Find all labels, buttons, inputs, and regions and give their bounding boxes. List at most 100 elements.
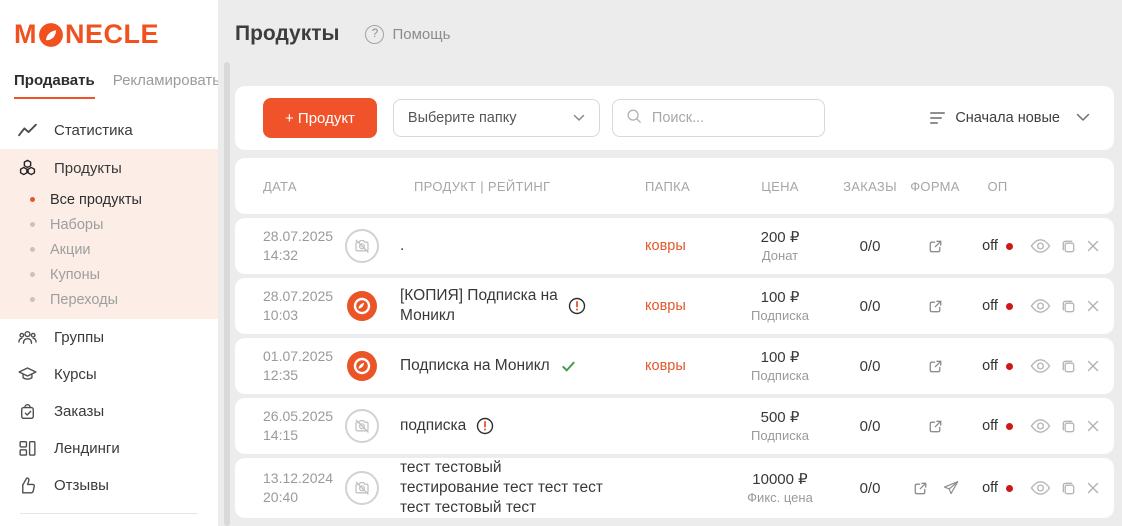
table-row: 01.07.202512:35 Подписка на Моникл ковры… xyxy=(235,338,1114,394)
close-icon[interactable] xyxy=(1086,239,1100,253)
op-status: off xyxy=(982,298,998,314)
sidebar-item-reviews[interactable]: Отзывы xyxy=(0,467,218,504)
warning-icon xyxy=(568,297,586,315)
close-icon[interactable] xyxy=(1086,299,1100,313)
help-label: Помощь xyxy=(392,26,450,43)
product-name[interactable]: Подписка на Моникл xyxy=(400,356,550,376)
layout-grid-icon xyxy=(16,438,38,460)
table-row: 28.07.202510:03 [КОПИЯ] Подписка на Мони… xyxy=(235,278,1114,334)
op-status: off xyxy=(982,238,998,254)
close-icon[interactable] xyxy=(1086,359,1100,373)
close-icon[interactable] xyxy=(1086,419,1100,433)
chevron-down-icon xyxy=(1076,109,1090,127)
sidebar-item-label: Продукты xyxy=(54,160,122,177)
sort-control[interactable]: Сначала новые xyxy=(930,109,1090,127)
folder-link[interactable]: ковры xyxy=(645,238,686,254)
status-dot-icon xyxy=(1006,423,1013,430)
main-content: Продукты ? Помощь + Продукт Выберите пап… xyxy=(218,0,1122,526)
cell-actions xyxy=(1030,238,1102,255)
sidebar-item-label: Статистика xyxy=(54,122,133,139)
copy-icon[interactable] xyxy=(1060,480,1077,497)
sidebar-products-section: Продукты Все продукты Наборы Акции Купон… xyxy=(0,149,218,319)
external-link-icon[interactable] xyxy=(926,357,945,376)
sidebar-subitem-all-products[interactable]: Все продукты xyxy=(0,187,218,212)
sidebar-item-groups[interactable]: Группы xyxy=(0,319,218,356)
cell-price: 100 ₽Подписка xyxy=(725,348,835,384)
logo-text-suffix: NECLE xyxy=(65,18,159,50)
column-header-product-rating: ПРОДУКТ | РЕЙТИНГ xyxy=(400,179,640,194)
external-link-icon[interactable] xyxy=(911,479,930,498)
cell-orders: 0/0 xyxy=(835,480,905,497)
cell-orders: 0/0 xyxy=(835,238,905,255)
tab-sell[interactable]: Продавать xyxy=(14,72,95,99)
cell-product: [КОПИЯ] Подписка на Моникл xyxy=(400,286,640,326)
bullet-icon xyxy=(30,297,35,302)
op-status: off xyxy=(982,358,998,374)
sidebar-item-label: Группы xyxy=(54,329,104,346)
warning-icon xyxy=(476,417,494,435)
product-name[interactable]: тест тестовый тестирование тест тест тес… xyxy=(400,458,603,518)
sidebar-subitem-sets[interactable]: Наборы xyxy=(0,212,218,237)
eye-icon[interactable] xyxy=(1030,418,1051,434)
tab-advertise[interactable]: Рекламировать xyxy=(113,72,218,97)
cell-actions xyxy=(1030,480,1102,497)
sidebar-item-landings[interactable]: Лендинги xyxy=(0,430,218,467)
product-name[interactable]: подписка xyxy=(400,416,466,436)
monecle-logo[interactable]: MNECLE xyxy=(0,0,218,50)
cell-thumbnail xyxy=(345,471,400,505)
folder-select[interactable]: Выберите папку xyxy=(393,99,600,137)
copy-icon[interactable] xyxy=(1060,418,1077,435)
cell-form xyxy=(905,479,965,498)
copy-icon[interactable] xyxy=(1060,298,1077,315)
cell-date: 13.12.202420:40 xyxy=(263,469,345,507)
product-name[interactable]: [КОПИЯ] Подписка на Моникл xyxy=(400,286,558,326)
folder-link[interactable]: ковры xyxy=(645,358,686,374)
scrollbar-thumb[interactable] xyxy=(224,62,230,526)
sidebar-item-courses[interactable]: Курсы xyxy=(0,356,218,393)
sidebar-item-statistics[interactable]: Статистика xyxy=(0,112,218,149)
sidebar-subitem-promos[interactable]: Акции xyxy=(0,237,218,262)
status-dot-icon xyxy=(1006,303,1013,310)
folder-link[interactable]: ковры xyxy=(645,298,686,314)
check-icon xyxy=(560,358,577,375)
chart-line-icon xyxy=(16,120,38,142)
app-window: MNECLE Продавать Рекламировать Статистик… xyxy=(0,0,1122,526)
sidebar-tabs: Продавать Рекламировать xyxy=(14,72,218,99)
eye-icon[interactable] xyxy=(1030,238,1051,254)
external-link-icon[interactable] xyxy=(926,237,945,256)
column-header-form: ФОРМА xyxy=(905,179,965,194)
eye-icon[interactable] xyxy=(1030,358,1051,374)
cell-date: 28.07.202510:03 xyxy=(263,287,345,325)
sidebar-subitem-coupons[interactable]: Купоны xyxy=(0,262,218,287)
bullet-icon xyxy=(30,247,35,252)
cell-form xyxy=(905,297,965,316)
help-button[interactable]: ? Помощь xyxy=(365,25,450,44)
sidebar-item-partner-program[interactable]: Партнерская программа xyxy=(0,522,218,526)
eye-icon[interactable] xyxy=(1030,480,1051,496)
op-status: off xyxy=(982,480,998,496)
cell-folder: ковры xyxy=(640,237,725,255)
copy-icon[interactable] xyxy=(1060,358,1077,375)
close-icon[interactable] xyxy=(1086,481,1100,495)
send-icon[interactable] xyxy=(942,479,960,497)
column-header-folder: ПАПКА xyxy=(640,179,725,194)
cell-op: off xyxy=(965,480,1030,496)
column-header-date: ДАТА xyxy=(263,179,345,194)
monecle-logo-icon xyxy=(345,289,379,323)
product-name[interactable]: . xyxy=(400,236,404,256)
bullet-icon xyxy=(30,272,35,277)
external-link-icon[interactable] xyxy=(926,297,945,316)
sidebar-item-orders[interactable]: Заказы xyxy=(0,393,218,430)
cell-date: 26.05.202514:15 xyxy=(263,407,345,445)
cell-folder: ковры xyxy=(640,357,725,375)
add-product-button[interactable]: + Продукт xyxy=(263,98,377,138)
monecle-o-icon xyxy=(38,22,64,48)
eye-icon[interactable] xyxy=(1030,298,1051,314)
status-dot-icon xyxy=(1006,485,1013,492)
search-input[interactable] xyxy=(652,110,802,126)
external-link-icon[interactable] xyxy=(926,417,945,436)
sidebar-subitem-redirects[interactable]: Переходы xyxy=(0,287,218,312)
subitem-label: Акции xyxy=(50,242,91,258)
sidebar-item-products[interactable]: Продукты xyxy=(0,149,218,187)
copy-icon[interactable] xyxy=(1060,238,1077,255)
